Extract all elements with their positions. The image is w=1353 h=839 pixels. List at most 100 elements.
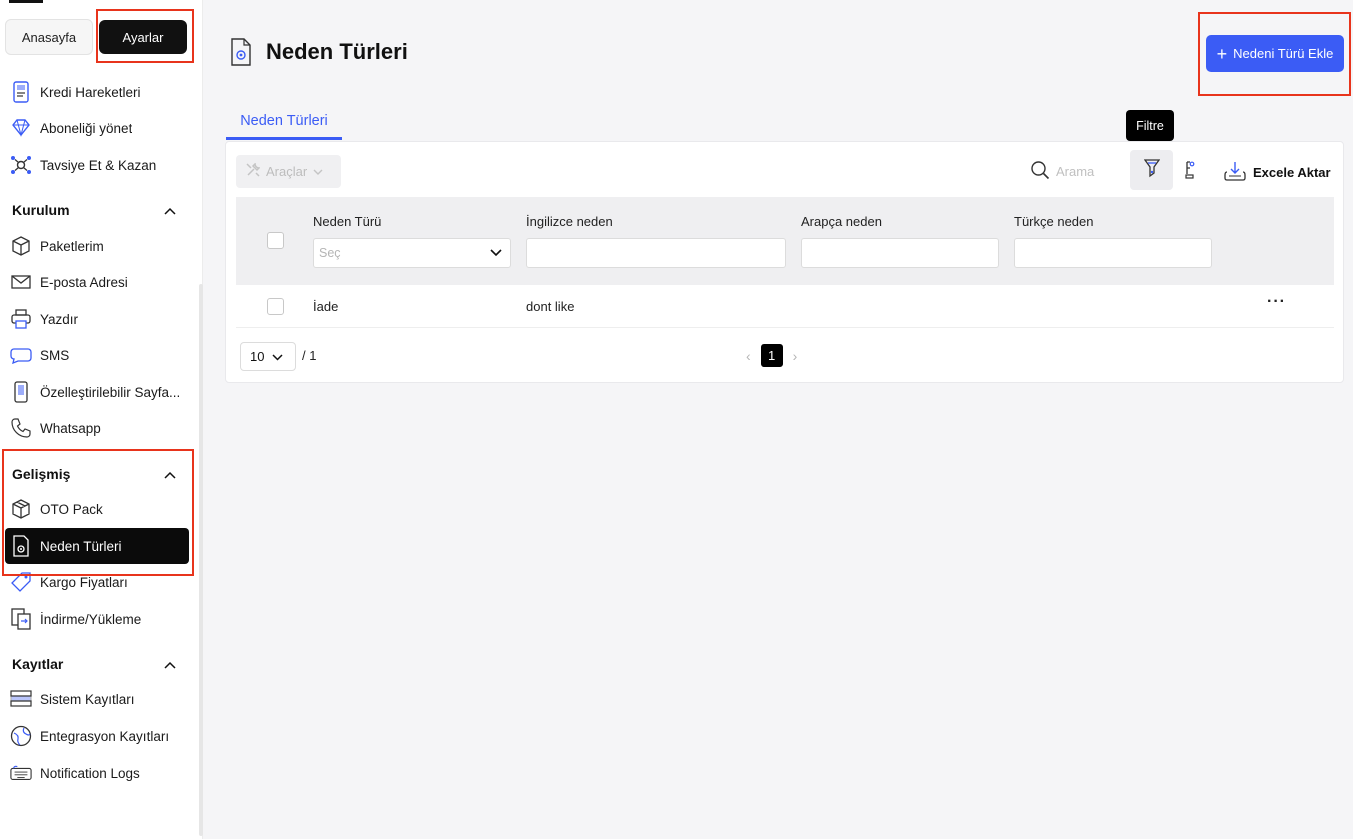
sidebar-scrollbar[interactable] [199,284,203,836]
pagination: ‹ 1 › [746,344,797,367]
sidebar-item-oto-pack[interactable]: OTO Pack [5,491,189,527]
keyboard-icon [10,762,32,784]
tools-button[interactable]: Araçlar [236,155,341,188]
sidebar-item-reason-types[interactable]: Neden Türleri [5,528,189,564]
sidebar-item-credit-history[interactable]: Kredi Hareketleri [5,74,189,110]
tools-label: Araçlar [266,164,308,179]
column-header[interactable]: Arapça neden [801,214,882,229]
table-row[interactable]: İade dont like ··· [236,285,1334,328]
chevron-down-icon [272,349,283,364]
column-header[interactable]: İngilizce neden [526,214,613,229]
sidebar-item-label: Aboneliği yönet [40,120,133,136]
page-number-current[interactable]: 1 [760,344,783,367]
mail-icon [10,271,32,293]
cell-reason-type: İade [313,299,339,314]
row-checkbox[interactable] [267,298,284,315]
server-icon [10,688,32,710]
search-icon [1030,160,1050,183]
top-tabs: Anasayfa Ayarlar [5,19,187,55]
select-all-checkbox[interactable] [267,232,284,249]
sidebar-item-label: Entegrasyon Kayıtları [40,728,170,744]
sidebar-item-label: Sistem Kayıtları [40,691,135,707]
turkish-reason-filter-input[interactable] [1014,238,1212,268]
sidebar-item-whatsapp[interactable]: Whatsapp [5,410,189,446]
filter-icon [1143,158,1160,183]
filter-tooltip: Filtre [1126,110,1174,147]
sidebar-item-sms[interactable]: SMS [5,337,189,373]
select-placeholder: Seç [319,246,341,260]
page-title: Neden Türleri [266,39,408,64]
sidebar-item-system-logs[interactable]: Sistem Kayıtları [5,681,189,717]
network-icon [10,154,32,176]
columns-icon[interactable] [1184,160,1196,185]
document-gear-icon [10,535,32,557]
transfer-icon [10,608,32,630]
export-excel-label: Excele Aktar [1253,165,1331,180]
more-actions-icon[interactable]: ··· [1267,293,1286,311]
sidebar-item-manage-subscription[interactable]: Aboneliği yönet [5,110,189,146]
arabic-reason-filter-input[interactable] [801,238,999,268]
section-kurulum[interactable]: Kurulum [12,198,176,222]
globe-icon [10,725,32,747]
search-box[interactable]: Arama [1030,160,1098,183]
sidebar-item-refer-earn[interactable]: Tavsiye Et & Kazan [5,147,189,183]
export-excel-button[interactable]: Excele Aktar [1224,161,1331,184]
page-total: / 1 [302,348,317,363]
sidebar-item-label: Whatsapp [40,420,101,436]
sidebar-item-label: Paketlerim [40,238,104,254]
sidebar-item-custom-pages[interactable]: Özelleştirilebilir Sayfa... [5,374,189,410]
phone-page-icon [10,381,32,403]
chevron-right-icon[interactable]: › [793,348,798,364]
chat-icon [10,344,32,366]
column-header[interactable]: Türkçe neden [1014,214,1094,229]
phone-icon [10,417,32,439]
sidebar-item-label: İndirme/Yükleme [40,611,142,627]
home-button[interactable]: Anasayfa [5,19,93,55]
section-title: Kayıtlar [12,656,64,672]
table-card: Araçlar Arama Excele Aktar Neden Türü İn… [225,141,1344,383]
tools-icon [246,162,261,180]
box-icon [10,235,32,257]
reason-type-filter-select[interactable]: Seç [313,238,511,268]
page-size-value: 10 [250,349,265,364]
filter-button[interactable] [1130,150,1173,190]
download-cloud-icon [1224,161,1246,184]
chevron-down-icon [313,164,323,179]
sidebar-item-label: Tavsiye Et & Kazan [40,157,157,173]
english-reason-filter-input[interactable] [526,238,786,268]
section-gelismis[interactable]: Gelişmiş [12,462,176,486]
package-icon [10,498,32,520]
document-gear-icon [230,38,252,71]
sidebar-item-label: Yazdır [40,311,79,327]
chevron-down-icon [490,246,502,260]
chevron-up-icon [164,656,176,672]
tab-reason-types[interactable]: Neden Türleri [226,104,342,140]
sidebar-item-packages[interactable]: Paketlerim [5,228,189,264]
logo [9,0,43,3]
plus-icon: + [1216,43,1228,64]
diamond-icon [10,117,32,139]
chevron-left-icon[interactable]: ‹ [746,348,751,364]
sidebar-item-integration-logs[interactable]: Entegrasyon Kayıtları [5,718,189,754]
settings-button[interactable]: Ayarlar [99,20,187,54]
section-kayitlar[interactable]: Kayıtlar [12,652,176,676]
sidebar-item-download-upload[interactable]: İndirme/Yükleme [5,601,189,637]
sidebar-item-label: Notification Logs [40,765,140,781]
column-header[interactable]: Neden Türü [313,214,381,229]
search-input[interactable]: Arama [1056,164,1098,179]
sidebar-item-print[interactable]: Yazdır [5,301,189,337]
sidebar-item-notification-logs[interactable]: Notification Logs [5,755,189,791]
sidebar-item-label: Neden Türleri [40,538,122,554]
page-size-select[interactable]: 10 [240,342,296,371]
printer-icon [10,308,32,330]
sidebar-item-shipping-prices[interactable]: Kargo Fiyatları [5,564,189,600]
sidebar-item-email[interactable]: E-posta Adresi [5,264,189,300]
table-header: Neden Türü İngilizce neden Arapça neden … [236,197,1334,285]
chevron-up-icon [164,466,176,482]
sidebar-item-label: Kargo Fiyatları [40,574,128,590]
section-title: Gelişmiş [12,466,71,482]
add-reason-type-button[interactable]: + Nedeni Türü Ekle [1206,35,1344,72]
sidebar-item-label: OTO Pack [40,501,103,517]
cell-english-reason: dont like [526,299,575,314]
sidebar-item-label: E-posta Adresi [40,274,128,290]
